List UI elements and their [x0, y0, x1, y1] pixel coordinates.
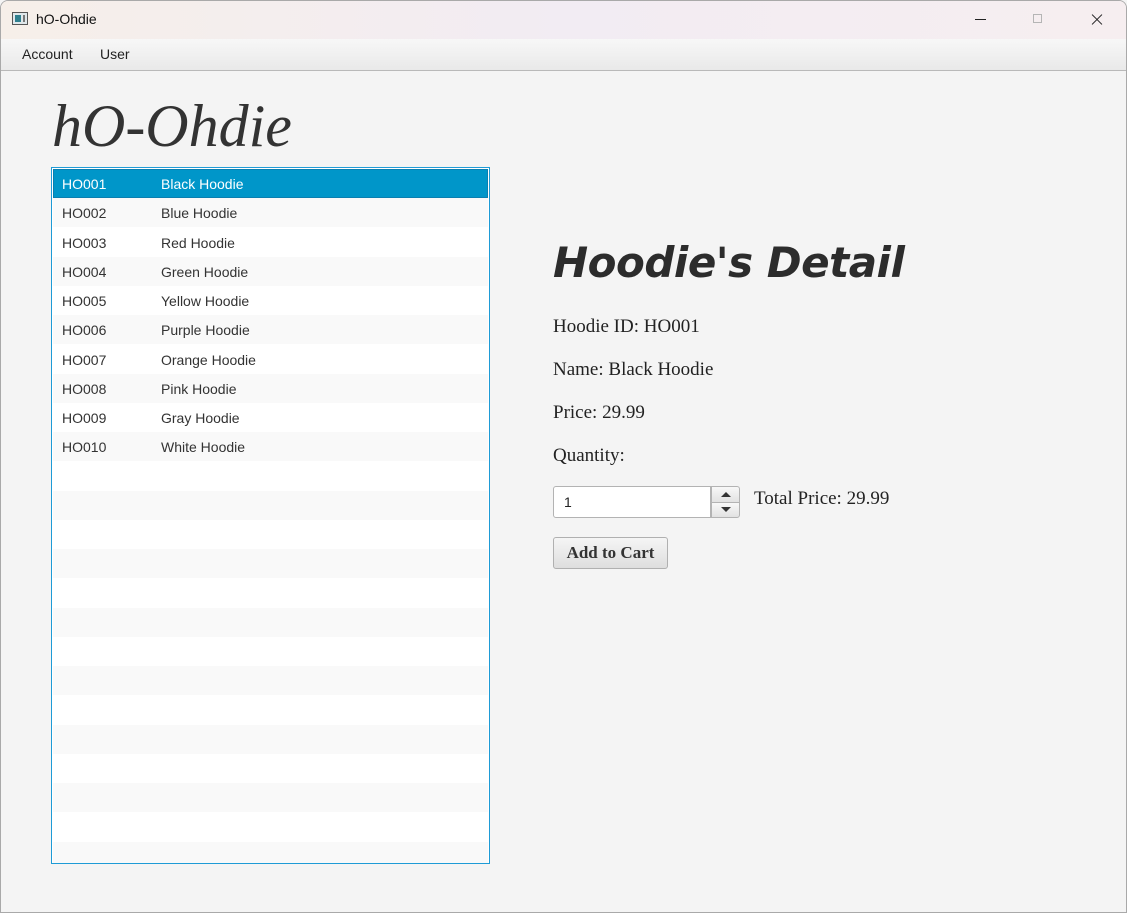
list-item-name: Orange Hoodie — [161, 351, 256, 368]
app-heading: hO-Ohdie — [52, 93, 292, 159]
empty-list-row — [53, 549, 488, 579]
list-item[interactable]: HO005 Yellow Hoodie — [53, 286, 488, 315]
empty-list-row — [53, 637, 488, 666]
list-item-name: Black Hoodie — [161, 176, 244, 192]
empty-list-row — [53, 461, 488, 491]
app-window: hO-Ohdie Account User hO-Ohdie HO001 Blac… — [0, 0, 1127, 913]
list-item-id: HO008 — [62, 380, 107, 397]
list-item-id: HO003 — [62, 234, 107, 251]
increment-arrow-icon[interactable] — [711, 486, 740, 502]
list-item-name: Pink Hoodie — [161, 380, 237, 397]
empty-list-row — [53, 520, 488, 549]
list-item-id: HO002 — [62, 205, 107, 222]
list-item-name: Red Hoodie — [161, 234, 235, 251]
hoodie-list[interactable]: HO001 Black Hoodie HO002 Blue Hoodie HO003 Re… — [51, 167, 490, 864]
menu-user[interactable]: User — [100, 46, 130, 62]
quantity-label: Quantity: — [553, 445, 625, 466]
list-item[interactable]: HO009 Gray Hoodie — [53, 403, 488, 432]
empty-list-row — [53, 812, 488, 842]
list-item[interactable]: HO008 Pink Hoodie — [53, 373, 488, 403]
list-item-name: Green Hoodie — [161, 263, 249, 280]
list-item[interactable]: HO003 Red Hoodie — [53, 227, 488, 257]
list-item-id: HO006 — [62, 322, 107, 339]
list-item[interactable]: HO006 Purple Hoodie — [53, 315, 488, 345]
list-item[interactable]: HO002 Blue Hoodie — [53, 198, 488, 228]
menu-bar: Account User — [1, 39, 1126, 71]
quantity-input[interactable] — [553, 486, 711, 518]
total-price-label: Total Price: 29.99 — [754, 488, 890, 509]
list-item-name: White Hoodie — [161, 439, 246, 456]
list-item-id: HO005 — [62, 293, 107, 309]
list-item-id: HO001 — [62, 176, 107, 192]
close-icon[interactable] — [1067, 1, 1125, 39]
detail-title: Hoodie's Detail — [553, 238, 905, 287]
list-item-id: HO007 — [62, 351, 107, 368]
empty-list-row — [53, 490, 488, 520]
list-item[interactable]: HO001 Black Hoodie — [53, 169, 488, 198]
list-item[interactable]: HO007 Orange Hoodie — [53, 344, 488, 374]
empty-list-row — [53, 783, 488, 813]
empty-list-row — [53, 666, 488, 696]
empty-list-row — [53, 754, 488, 783]
list-item-name: Gray Hoodie — [161, 410, 240, 426]
app-window-icon — [12, 12, 28, 25]
empty-list-row — [53, 695, 488, 725]
list-item-id: HO004 — [62, 263, 107, 280]
list-item[interactable]: HO010 White Hoodie — [53, 432, 488, 462]
empty-list-row — [53, 841, 488, 863]
hoodie-id-label: Hoodie ID: HO001 — [553, 316, 700, 337]
empty-list-row — [53, 578, 488, 608]
list-item-name: Blue Hoodie — [161, 205, 238, 222]
decrement-arrow-icon[interactable] — [711, 502, 740, 518]
maximize-icon[interactable] — [1009, 1, 1067, 39]
add-to-cart-button[interactable]: Add to Cart — [553, 537, 668, 569]
menu-account[interactable]: Account — [22, 46, 73, 62]
empty-list-row — [53, 724, 488, 754]
title-bar: hO-Ohdie — [1, 1, 1126, 39]
hoodie-name-label: Name: Black Hoodie — [553, 359, 714, 380]
minimize-icon[interactable] — [951, 1, 1009, 39]
list-item-name: Yellow Hoodie — [161, 293, 250, 309]
window-title: hO-Ohdie — [36, 11, 97, 27]
empty-list-row — [53, 607, 488, 637]
list-item-id: HO009 — [62, 410, 107, 426]
list-item-name: Purple Hoodie — [161, 322, 250, 339]
quantity-spinner — [553, 486, 740, 518]
list-item-id: HO010 — [62, 439, 107, 456]
list-item[interactable]: HO004 Green Hoodie — [53, 256, 488, 286]
hoodie-price-label: Price: 29.99 — [553, 402, 645, 423]
